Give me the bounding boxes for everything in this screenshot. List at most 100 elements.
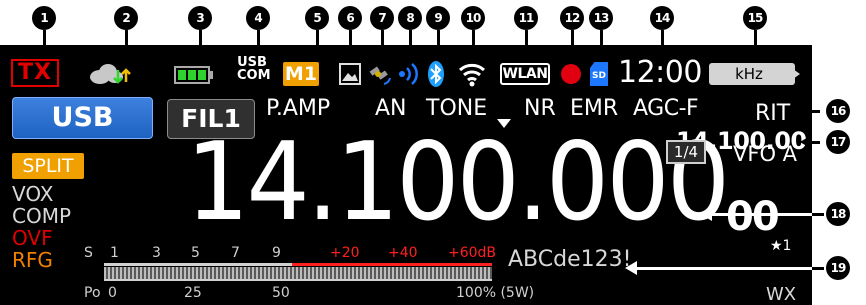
arrow-16-icon (798, 105, 808, 117)
memory-badge: M1 (283, 62, 319, 86)
image-icon (339, 63, 361, 89)
leader-13 (600, 30, 603, 45)
callout-19: 19 (826, 256, 850, 280)
callout-17: 17 (826, 130, 850, 154)
callout-4: 4 (246, 6, 270, 30)
tx-label: TX (18, 60, 52, 85)
leader-2 (125, 30, 128, 45)
gps-satellite-icon (366, 60, 394, 92)
leader-7 (381, 30, 384, 45)
meter-po-tick: 0 (108, 285, 117, 301)
callout-14: 14 (650, 6, 674, 30)
callout-10: 10 (461, 6, 485, 30)
mode-button[interactable]: USB (12, 97, 153, 139)
meter-po-tick: 100% (5W) (456, 285, 535, 301)
wifi-icon (457, 61, 487, 91)
leader-19 (630, 267, 820, 270)
callout-5: 5 (305, 6, 329, 30)
callout-2: 2 (114, 6, 138, 30)
tx-indicator: TX (11, 59, 59, 87)
rfg-indicator: RFG (12, 248, 53, 272)
leader-6 (349, 30, 352, 45)
rit-indicator: RIT (755, 101, 791, 126)
wlan-badge: WLAN (500, 63, 550, 85)
leader-3 (199, 30, 202, 45)
memory-star-indicator: ★1 (770, 238, 792, 254)
s-meter-bar (104, 267, 492, 279)
unit-display[interactable]: kHz (709, 63, 800, 85)
meter-db-tick: +20 (330, 245, 360, 261)
leader-19-tail (812, 267, 824, 270)
agc-indicator: AGC-F (633, 96, 699, 121)
leader-11 (525, 30, 528, 45)
tone-indicator: TONE (426, 96, 488, 121)
callout-13: 13 (589, 6, 613, 30)
clock-display: 12:00 (618, 55, 702, 90)
leader-18-tail (812, 213, 824, 216)
unit-arrow-icon (793, 69, 800, 79)
leader-9 (437, 30, 440, 45)
arrow-18-icon (700, 207, 712, 221)
comp-indicator: COMP (12, 204, 72, 228)
data-signal-icon (398, 61, 420, 91)
leader-15 (754, 30, 757, 45)
fine-frequency-digits: 00 (726, 194, 780, 240)
usb-com-bottom-label: COM (237, 68, 271, 83)
preamp-indicator: P.AMP (266, 96, 331, 121)
usb-com-indicator: USB COM (237, 56, 271, 83)
meter-po-label: Po (84, 285, 101, 301)
annotated-radio-display: { "callouts": ["1","2","3","4","5","6","… (0, 0, 866, 305)
callout-6: 6 (338, 6, 362, 30)
vox-indicator: VOX (12, 182, 54, 206)
meter-po-tick: 50 (272, 285, 290, 301)
leader-1 (43, 30, 46, 45)
meter-po-tick: 25 (184, 285, 202, 301)
record-icon (561, 64, 581, 84)
callout-9: 9 (426, 6, 450, 30)
meter-po-scale-line (104, 279, 492, 281)
callout-15: 15 (743, 6, 767, 30)
meter-s-tick: 3 (152, 245, 161, 261)
callout-11: 11 (514, 6, 538, 30)
leader-8 (409, 30, 412, 45)
emr-indicator: EMR (570, 96, 619, 121)
unit-label: kHz (735, 65, 763, 83)
bluetooth-icon (427, 60, 445, 92)
callout-12: 12 (560, 6, 584, 30)
leader-10 (472, 30, 475, 45)
wx-indicator: WX (766, 284, 797, 305)
meter-db-tick: +60dB (448, 245, 497, 261)
message-text: ABCde123! (508, 247, 632, 272)
leader-12 (571, 30, 574, 45)
callout-16: 16 (826, 99, 850, 123)
main-frequency: 14.100.000 (186, 120, 730, 245)
split-indicator: SPLIT (12, 153, 84, 179)
callout-7: 7 (370, 6, 394, 30)
sd-label: SD (592, 71, 606, 81)
meter-db-scale-line (292, 263, 492, 266)
leader-14 (661, 30, 664, 45)
meter-s-tick: 9 (272, 245, 281, 261)
meter-db-tick: +40 (388, 245, 418, 261)
meter-s-scale-line (104, 263, 292, 266)
arrow-17-icon (800, 136, 810, 148)
mode-label: USB (51, 102, 114, 133)
battery-icon (174, 65, 214, 89)
arrow-19-icon (625, 261, 637, 275)
step-label: 1/4 (673, 143, 699, 161)
meter-s-tick: 1 (110, 245, 119, 261)
step-badge: 1/4 (666, 140, 706, 164)
callout-3: 3 (188, 6, 212, 30)
callout-8: 8 (398, 6, 422, 30)
meter-s-tick: 5 (191, 245, 200, 261)
cloud-icon (86, 62, 132, 90)
leader-5 (316, 30, 319, 45)
an-indicator: AN (375, 96, 407, 121)
leader-4 (257, 30, 260, 45)
meter-s-label: S (84, 245, 93, 261)
callout-1: 1 (32, 6, 56, 30)
split-label: SPLIT (22, 155, 74, 177)
wlan-label: WLAN (502, 66, 548, 82)
nr-indicator: NR (524, 96, 556, 121)
meter-s-tick: 7 (231, 245, 240, 261)
